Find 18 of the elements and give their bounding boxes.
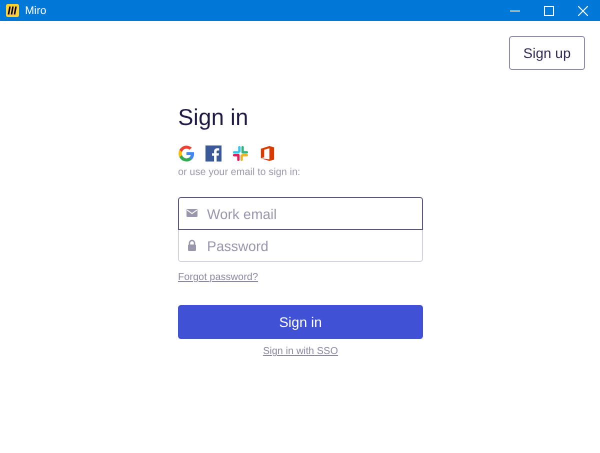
sign-in-button[interactable]: Sign in	[178, 305, 423, 339]
slack-icon[interactable]	[232, 145, 249, 162]
google-icon[interactable]	[178, 145, 195, 162]
close-icon[interactable]	[578, 6, 588, 16]
window-title: Miro	[25, 4, 46, 16]
sign-in-heading: Sign in	[178, 104, 250, 131]
sso-link[interactable]: Sign in with SSO	[262, 346, 338, 357]
caption: or use your email to sign in:	[178, 167, 302, 178]
office-icon[interactable]	[259, 145, 276, 162]
sign-up-button[interactable]: Sign up	[509, 36, 585, 70]
logo-icon	[6, 4, 19, 17]
lock-icon	[186, 239, 198, 251]
envelope-icon	[186, 207, 198, 219]
forgot-password-link[interactable]: Forgot password?	[178, 272, 258, 283]
maximize-icon[interactable]	[544, 6, 554, 16]
password-field[interactable]: Password	[178, 229, 423, 262]
facebook-icon[interactable]	[205, 145, 222, 162]
email-field[interactable]: Work email	[178, 197, 423, 230]
